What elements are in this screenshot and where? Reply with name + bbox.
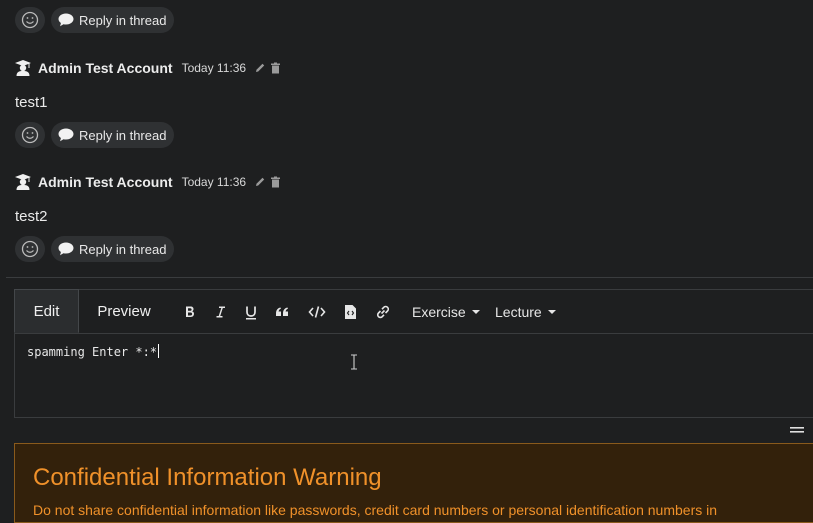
smiley-icon bbox=[21, 240, 39, 258]
smiley-icon bbox=[21, 11, 39, 29]
underline-icon[interactable] bbox=[241, 302, 261, 322]
delete-trash-icon[interactable] bbox=[270, 176, 281, 188]
smiley-icon bbox=[21, 126, 39, 144]
resize-handle-icon[interactable] bbox=[790, 426, 804, 434]
speech-bubble-icon bbox=[58, 128, 74, 142]
tab-preview[interactable]: Preview bbox=[79, 290, 169, 333]
editor-textarea[interactable]: spamming Enter *:* bbox=[27, 344, 160, 359]
speech-bubble-icon bbox=[58, 242, 74, 256]
warning-body: Do not share confidential information li… bbox=[33, 502, 718, 518]
author-name[interactable]: Admin Test Account bbox=[38, 174, 173, 190]
editor-content: spamming Enter *:* bbox=[27, 345, 158, 359]
edit-pencil-icon[interactable] bbox=[254, 62, 266, 74]
chevron-down-icon bbox=[471, 310, 480, 314]
reply-label: Reply in thread bbox=[79, 12, 167, 28]
reply-in-thread-button[interactable]: Reply in thread bbox=[51, 236, 175, 262]
message-timestamp: Today 11:36 bbox=[181, 175, 247, 189]
message-header: Admin Test Account Today 11:36 bbox=[14, 172, 281, 192]
edit-pencil-icon[interactable] bbox=[254, 176, 266, 188]
reply-in-thread-button[interactable]: Reply in thread bbox=[51, 7, 175, 33]
add-reaction-button[interactable] bbox=[15, 7, 45, 33]
exercise-dropdown[interactable]: Exercise bbox=[412, 302, 480, 322]
message-timestamp: Today 11:36 bbox=[181, 61, 247, 75]
reply-label: Reply in thread bbox=[79, 241, 167, 257]
reply-in-thread-button[interactable]: Reply in thread bbox=[51, 122, 175, 148]
message-text: test1 bbox=[15, 94, 48, 111]
markdown-editor: Edit Preview Exercise Lecture spamming E… bbox=[14, 289, 813, 418]
chevron-down-icon bbox=[547, 310, 556, 314]
add-reaction-button[interactable] bbox=[15, 236, 45, 262]
add-reaction-button[interactable] bbox=[15, 122, 45, 148]
lecture-dropdown-label: Lecture bbox=[495, 304, 542, 320]
ibeam-cursor-icon bbox=[351, 354, 357, 370]
quote-icon[interactable] bbox=[272, 302, 292, 322]
italic-icon[interactable] bbox=[210, 302, 230, 322]
reply-label: Reply in thread bbox=[79, 127, 167, 143]
code-icon[interactable] bbox=[307, 302, 327, 322]
bold-icon[interactable] bbox=[180, 302, 200, 322]
warning-title: Confidential Information Warning bbox=[33, 464, 382, 491]
editor-toolbar: Edit Preview Exercise Lecture bbox=[14, 289, 813, 334]
message-header: Admin Test Account Today 11:36 bbox=[14, 58, 281, 78]
author-name[interactable]: Admin Test Account bbox=[38, 60, 173, 76]
lecture-dropdown[interactable]: Lecture bbox=[495, 302, 556, 322]
composer-divider bbox=[6, 277, 813, 278]
link-icon[interactable] bbox=[373, 302, 393, 322]
message-text: test2 bbox=[15, 208, 48, 225]
confidential-warning-alert: Confidential Information Warning Do not … bbox=[14, 443, 813, 523]
instructor-avatar-icon bbox=[15, 174, 31, 190]
speech-bubble-icon bbox=[58, 13, 74, 27]
code-block-file-icon[interactable] bbox=[340, 302, 360, 322]
exercise-dropdown-label: Exercise bbox=[412, 304, 466, 320]
text-cursor bbox=[158, 344, 160, 358]
instructor-avatar-icon bbox=[15, 60, 31, 76]
delete-trash-icon[interactable] bbox=[270, 62, 281, 74]
tab-edit[interactable]: Edit bbox=[14, 289, 79, 333]
